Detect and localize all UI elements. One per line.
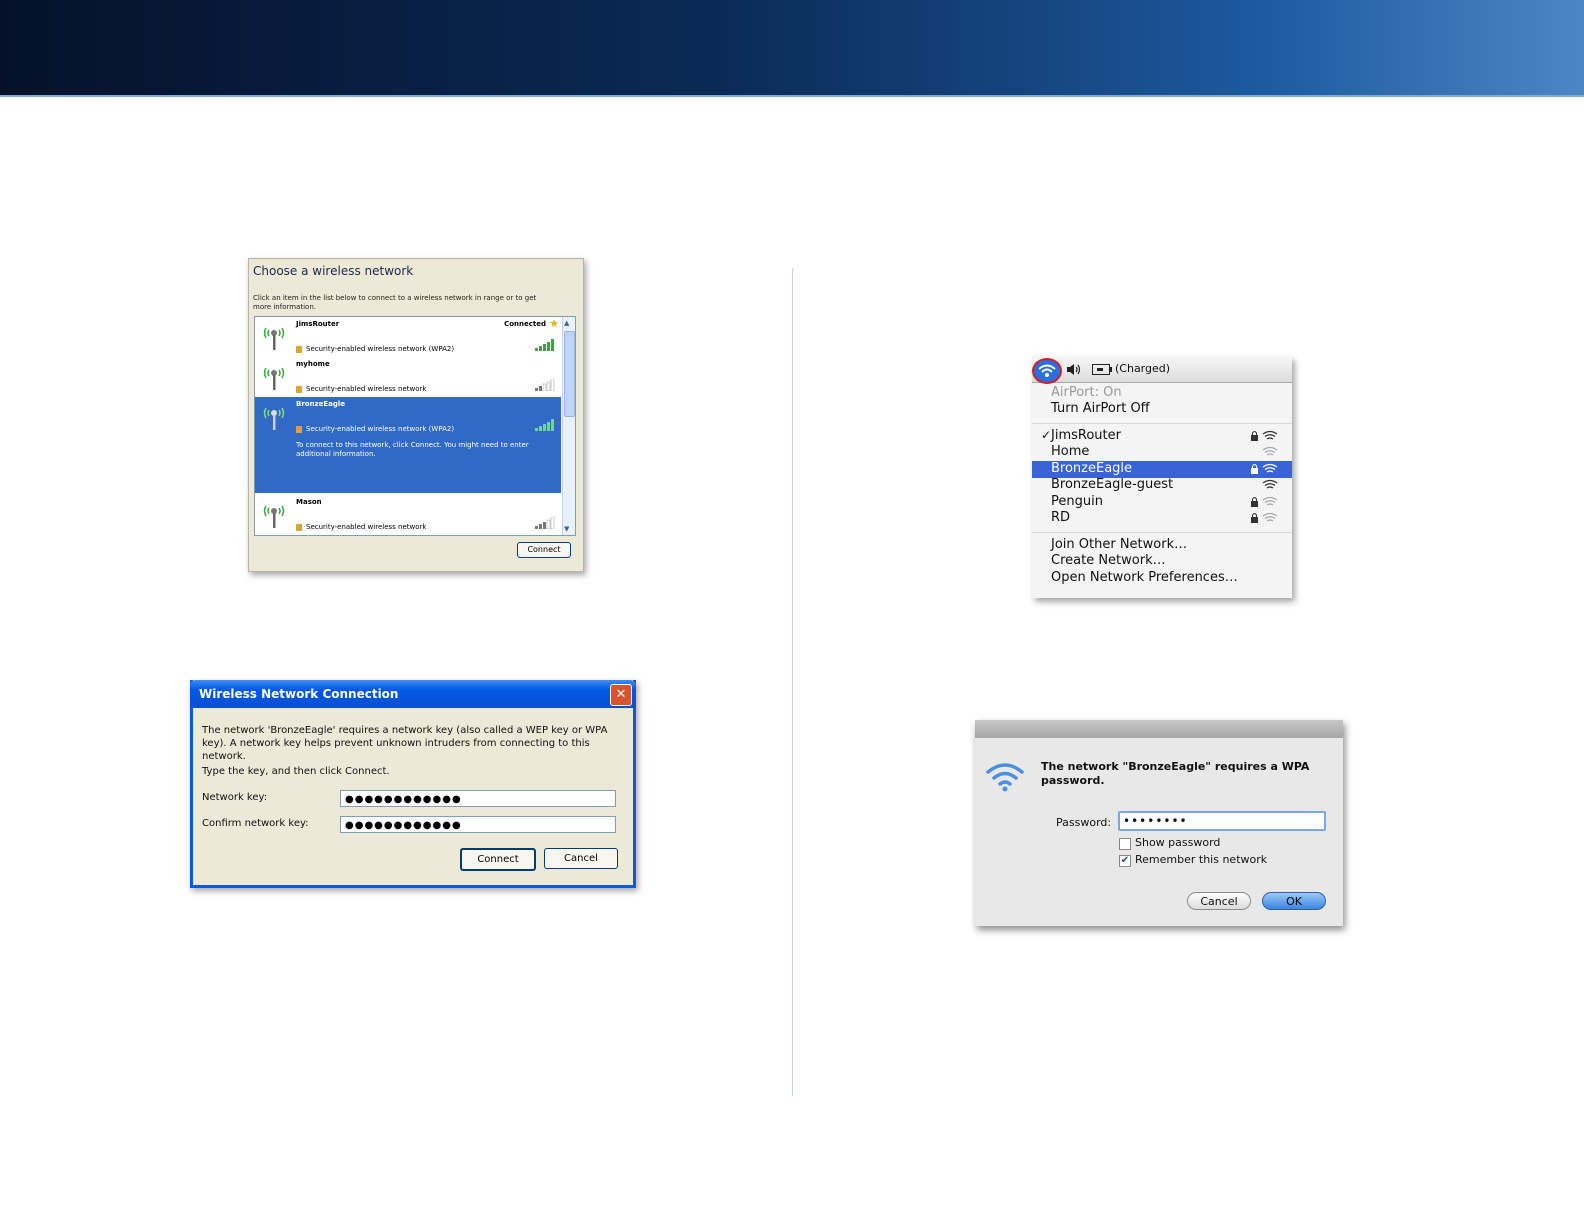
lock-wifi-icon [1251,430,1278,441]
show-password-label: Show password [1135,836,1221,849]
lock-wifi-icon [1251,512,1278,523]
airport-menu: (Charged) AirPort: On Turn AirPort Off ✓… [1032,356,1292,598]
network-item-myhome[interactable]: myhome Security-enabled wireless network [255,357,561,395]
network-key-label: Network key: [202,792,268,803]
wireless-antenna-icon [263,505,285,528]
wireless-network-connection-dialog: Wireless Network Connection ✕ The networ… [190,680,636,888]
security-lock-icon [296,385,302,393]
show-password-checkbox[interactable] [1119,838,1131,850]
wireless-antenna-icon [263,407,285,430]
wpa-password-dialog: The network "BronzeEagle" requires a WPA… [975,720,1343,926]
column-divider [792,268,793,1096]
menu-network-jimsrouter[interactable]: JimsRouter [1051,428,1121,444]
network-name: Mason [296,498,322,506]
network-name: BronzeEagle [296,400,346,408]
network-key-field[interactable]: ●●●●●●●●●●●● [340,790,616,807]
header-banner [0,0,1584,97]
network-list-scrollbar[interactable]: ▲ ▼ [562,317,575,535]
network-security: Security-enabled wireless network [296,385,426,393]
dialog-message: The network 'BronzeEagle' requires a net… [202,725,608,762]
wireless-antenna-icon [263,327,285,350]
wifi-signal-icon [1262,446,1278,456]
dialog-message: The network "BronzeEagle" requires a WPA… [1041,760,1310,787]
turn-airport-off-item[interactable]: Turn AirPort Off [1051,401,1150,417]
window-description: Click an item in the list below to conne… [253,294,537,311]
security-lock-icon [296,425,302,433]
menu-network-home[interactable]: Home [1051,444,1089,460]
network-security: Security-enabled wireless network (WPA2) [296,345,454,353]
cancel-button[interactable]: Cancel [544,848,618,869]
preferred-star-icon: ★ [549,317,559,330]
confirm-key-field[interactable]: ●●●●●●●●●●●● [340,816,616,833]
connected-status: Connected [504,320,546,328]
scroll-thumb[interactable] [564,331,575,417]
network-name: JimsRouter [296,320,340,328]
connect-button[interactable]: Connect [517,542,571,558]
create-network-item[interactable]: Create Network… [1051,553,1166,569]
close-icon[interactable]: ✕ [610,684,632,706]
dialog-instruction: Type the key, and then click Connect. [202,766,390,777]
security-lock-icon [296,523,302,531]
wifi-icon [986,763,1024,792]
menu-bar: (Charged) [1032,356,1292,384]
scroll-down-icon[interactable]: ▼ [564,525,569,533]
menu-network-bronzeeagle[interactable]: BronzeEagle [1051,461,1132,477]
dialog-title-bar [975,720,1343,738]
dialog-title-bar: Wireless Network Connection ✕ [190,680,636,708]
lock-wifi-icon [1251,463,1278,474]
network-security: Security-enabled wireless network [296,523,426,531]
menu-separator [1032,532,1292,533]
remember-network-checkbox[interactable]: ✔ [1119,855,1131,867]
signal-strength-icon [535,379,555,391]
network-item-bronzeeagle[interactable]: BronzeEagle Security-enabled wireless ne… [255,397,561,493]
network-name: myhome [296,360,330,368]
battery-icon[interactable] [1092,364,1112,375]
network-list[interactable]: JimsRouter Connected ★ Security-enabled … [254,316,576,536]
join-other-network-item[interactable]: Join Other Network… [1051,537,1187,553]
network-info: To connect to this network, click Connec… [296,441,529,458]
confirm-key-label: Confirm network key: [202,818,309,829]
menu-separator [1032,423,1292,424]
window-title: Choose a wireless network [253,264,414,278]
password-field[interactable]: •••••••• [1118,811,1326,831]
checkmark-icon: ✓ [1041,428,1052,442]
network-security: Security-enabled wireless network (WPA2) [296,425,454,433]
menu-network-rd[interactable]: RD [1051,510,1070,526]
choose-wireless-network-window: Choose a wireless network Click an item … [248,258,584,572]
cancel-button[interactable]: Cancel [1187,892,1251,910]
speaker-icon[interactable] [1066,363,1082,376]
menu-network-penguin[interactable]: Penguin [1051,494,1103,510]
signal-strength-icon [535,517,555,529]
connect-button[interactable]: Connect [460,848,536,871]
wireless-antenna-icon [263,367,285,390]
airport-wifi-icon[interactable] [1032,358,1062,384]
signal-strength-icon [535,339,554,351]
dialog-title: Wireless Network Connection [199,687,399,701]
airport-status: AirPort: On [1051,385,1122,400]
wifi-signal-icon [1262,479,1278,489]
network-item-mason[interactable]: Mason Security-enabled wireless network [255,495,561,533]
signal-strength-icon [535,419,554,431]
battery-status: (Charged) [1115,362,1171,375]
ok-button[interactable]: OK [1262,892,1326,910]
open-network-preferences-item[interactable]: Open Network Preferences… [1051,570,1238,586]
lock-wifi-icon [1251,496,1278,507]
password-label: Password: [1056,816,1112,829]
remember-network-label: Remember this network [1135,853,1268,866]
security-lock-icon [296,345,302,353]
menu-network-bronzeeagle-guest[interactable]: BronzeEagle-guest [1051,477,1173,493]
scroll-up-icon[interactable]: ▲ [564,319,569,327]
network-item-jimsrouter[interactable]: JimsRouter Connected ★ Security-enabled … [255,317,561,355]
